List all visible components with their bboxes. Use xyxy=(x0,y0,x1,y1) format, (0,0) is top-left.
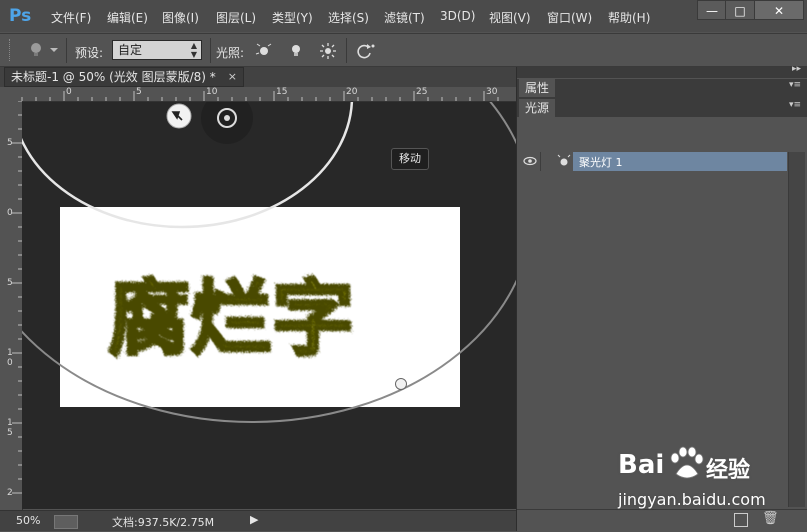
menu-file[interactable]: 文件(F) xyxy=(51,9,91,26)
menu-view[interactable]: 视图(V) xyxy=(489,9,531,26)
tool-preset-button[interactable] xyxy=(24,39,64,61)
sun-icon xyxy=(320,43,336,59)
zoom-level[interactable]: 50% xyxy=(16,514,40,527)
move-tooltip: 移动 xyxy=(391,148,429,170)
ruler-top-label: 20 xyxy=(346,87,358,97)
collapse-icon[interactable]: ▸▸ xyxy=(792,64,801,74)
tab-lights[interactable]: 光源 xyxy=(519,99,556,117)
menu-type[interactable]: 类型(Y) xyxy=(272,9,313,26)
ruler-left-label: 0 xyxy=(7,208,13,218)
ruler-left-label: 5 xyxy=(7,278,13,288)
light-overlay xyxy=(22,102,516,423)
eye-icon[interactable] xyxy=(523,154,537,171)
app-logo: Ps xyxy=(9,6,32,26)
paw-icon xyxy=(670,446,704,479)
tab-properties[interactable]: 属性 xyxy=(519,79,556,97)
ruler-left-label: 2 xyxy=(7,488,13,498)
document-tab[interactable]: 未标题-1 @ 50% (光效 图层蒙版/8) * × xyxy=(4,67,244,87)
ruler-top-label: 10 xyxy=(206,87,218,97)
panel-dock-header: ▸▸ xyxy=(517,64,807,78)
spotlight-icon xyxy=(255,43,272,55)
light-name: 聚光灯 1 xyxy=(579,156,623,169)
light-label: 光照: xyxy=(216,46,245,60)
ruler-left-ticks xyxy=(12,101,22,494)
preset-label: 预设: xyxy=(75,46,104,60)
status-bar: 50% 文档:937.5K/2.75M ▶ xyxy=(0,510,516,531)
infinite-light-button[interactable] xyxy=(318,41,338,61)
watermark-brand: Bai xyxy=(618,450,665,480)
doc-size: 文档:937.5K/2.75M xyxy=(112,516,215,529)
minimize-button[interactable]: — xyxy=(697,0,727,20)
ruler-top-label: 30 xyxy=(486,87,498,97)
ruler-top: 0 5 10 15 20 25 30 xyxy=(0,87,516,102)
preset-select[interactable]: 自定 ▲ ▼ xyxy=(112,40,202,60)
maximize-button[interactable]: □ xyxy=(725,0,755,20)
ruler-top-label: 5 xyxy=(136,87,142,97)
tab-close-icon[interactable]: × xyxy=(228,68,237,86)
point-light-button[interactable] xyxy=(286,41,306,61)
watermark-brand2: 经验 xyxy=(706,458,751,483)
panel-menu-icon[interactable]: ▾≡ xyxy=(789,100,801,110)
light-falloff-ring[interactable] xyxy=(22,102,516,423)
panel-menu-icon[interactable]: ▾≡ xyxy=(789,80,801,90)
menu-bar: Ps 文件(F) 编辑(E) 图像(I) 图层(L) 类型(Y) 选择(S) 滤… xyxy=(0,0,807,32)
trash-icon[interactable]: 🗑 xyxy=(762,511,779,526)
ruler-top-label: 0 xyxy=(66,87,72,97)
canvas-area[interactable]: 腐烂字 xyxy=(22,102,516,509)
options-bar: 预设: 自定 ▲ ▼ 光照: xyxy=(0,33,807,67)
ruler-top-label: 15 xyxy=(276,87,288,97)
menu-image[interactable]: 图像(I) xyxy=(162,9,199,26)
lightbulb-icon xyxy=(31,43,58,56)
document-title: 未标题-1 @ 50% (光效 图层蒙版/8) * xyxy=(11,70,216,84)
menu-window[interactable]: 窗口(W) xyxy=(547,9,592,26)
share-icon[interactable] xyxy=(54,515,78,529)
properties-panel-header: 属性 ▾≡ xyxy=(517,79,807,97)
panel-scrollbar[interactable] xyxy=(788,152,805,507)
ruler-left-label: 5 xyxy=(7,138,13,148)
chevron-updown-icon: ▲ ▼ xyxy=(190,41,197,59)
ruler-top-label: 25 xyxy=(416,87,428,97)
panel-footer: 🗑 xyxy=(517,509,807,532)
preset-value: 自定 xyxy=(118,43,143,57)
light-selected-highlight[interactable]: 聚光灯 1 xyxy=(573,152,787,171)
bulb-icon xyxy=(292,45,300,56)
menu-edit[interactable]: 编辑(E) xyxy=(107,9,148,26)
menu-help[interactable]: 帮助(H) xyxy=(608,9,650,26)
ruler-left: 5 0 5 1 0 1 5 2 xyxy=(0,101,23,510)
close-button[interactable]: ✕ xyxy=(754,0,804,20)
menu-3d[interactable]: 3D(D) xyxy=(440,9,475,23)
grip-handle[interactable] xyxy=(9,39,13,61)
status-menu-arrow-icon[interactable]: ▶ xyxy=(250,513,258,526)
ruler-top-ticks xyxy=(21,91,499,101)
menu-select[interactable]: 选择(S) xyxy=(328,9,369,26)
menu-filter[interactable]: 滤镜(T) xyxy=(384,9,425,26)
watermark-url: jingyan.baidu.com xyxy=(618,490,766,509)
spotlight-icon xyxy=(556,154,572,171)
ruler-left-label: 1 5 xyxy=(7,418,13,438)
new-light-icon[interactable] xyxy=(734,513,748,527)
ruler-left-label: 1 0 xyxy=(7,348,13,368)
rotate-icon xyxy=(357,44,375,59)
lights-panel-header: 光源 ▾≡ xyxy=(517,99,807,117)
menu-layer[interactable]: 图层(L) xyxy=(216,9,256,26)
spot-light-button[interactable] xyxy=(254,41,274,61)
reset-lights-button[interactable] xyxy=(354,41,376,61)
falloff-handle[interactable] xyxy=(395,378,407,390)
